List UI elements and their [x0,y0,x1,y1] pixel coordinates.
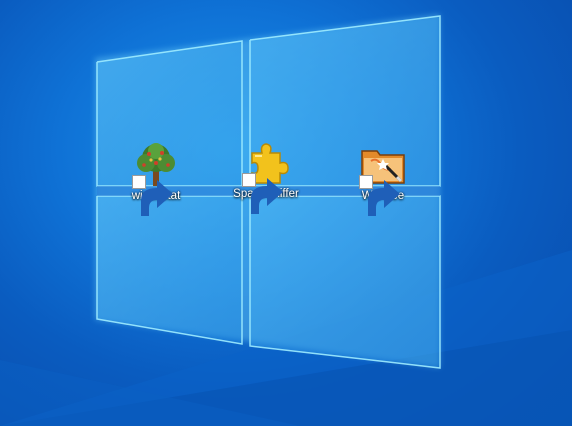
desktop-icon-wiztree[interactable]: WizTree [338,141,428,216]
tree-icon [132,141,180,216]
shortcut-arrow-icon [132,175,173,216]
shortcut-arrow-icon [359,175,400,216]
shortcut-arrow-icon [242,173,283,214]
puzzle-piece-icon [242,139,290,214]
desktop-icon-windirstat[interactable]: windirstat [111,141,201,216]
desktop: windirstat SpaceSniffer [0,0,572,426]
desktop-icon-spacesniffer[interactable]: SpaceSniffer [221,139,311,214]
wizard-folder-icon [359,141,407,216]
